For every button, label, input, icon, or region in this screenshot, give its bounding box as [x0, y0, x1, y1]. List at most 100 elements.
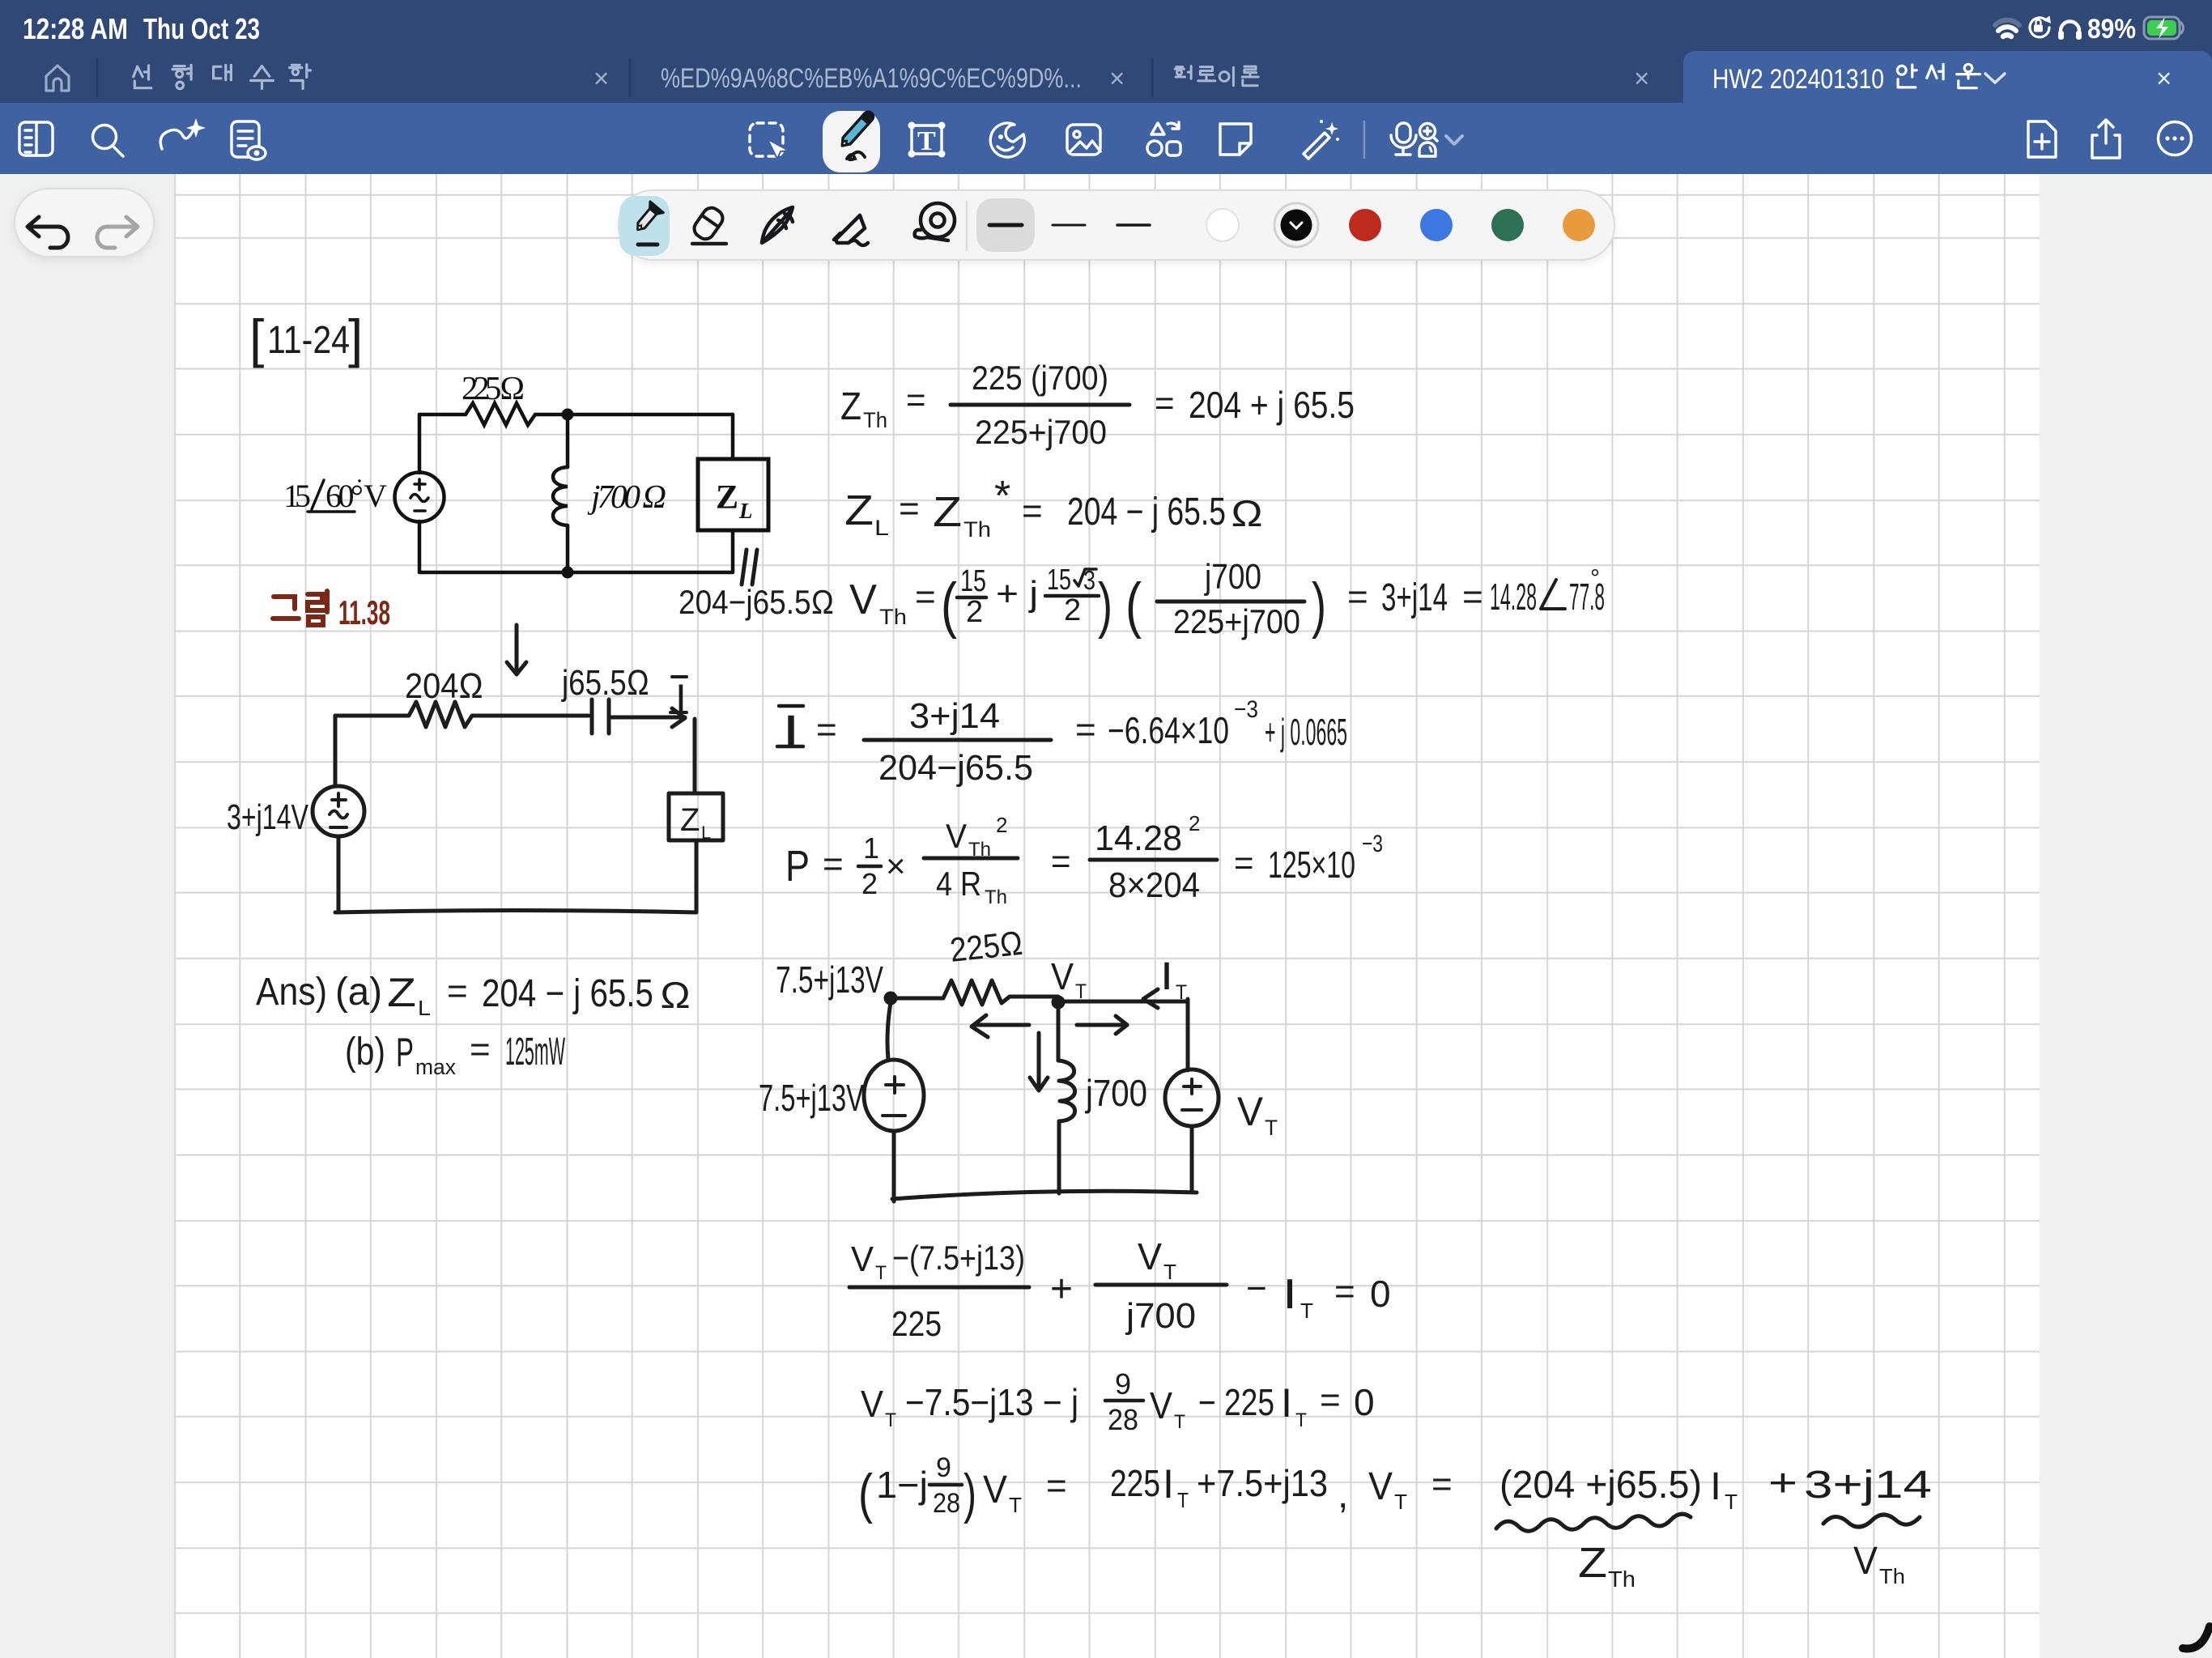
svg-text:]: ]: [348, 308, 363, 368]
svg-text:T: T: [1265, 1116, 1278, 1140]
svg-text:−7.5−j13 − j: −7.5−j13 − j: [905, 1381, 1078, 1423]
svg-text:T: T: [1300, 1299, 1313, 1323]
svg-text:+: +: [1768, 1462, 1797, 1505]
svg-text:=: =: [915, 577, 936, 617]
svg-text:L: L: [418, 996, 431, 1020]
svg-text:V: V: [1368, 1465, 1393, 1508]
svg-text:1−j: 1−j: [876, 1464, 928, 1506]
svg-text:15: 15: [1047, 563, 1071, 596]
svg-text:11.38: 11.38: [338, 593, 390, 631]
svg-text:V: V: [1150, 1384, 1172, 1426]
svg-text:V: V: [1051, 955, 1074, 997]
svg-text:I: I: [675, 676, 687, 721]
svg-text:−(7.5+j13): −(7.5+j13): [892, 1239, 1025, 1277]
svg-text:V: V: [861, 1383, 883, 1425]
svg-text:T: T: [1725, 1490, 1738, 1514]
svg-text:T: T: [1176, 981, 1187, 1004]
svg-text:T: T: [917, 126, 936, 156]
svg-text:T: T: [1295, 1409, 1307, 1431]
svg-text:=: =: [1046, 1466, 1067, 1506]
svg-text:9: 9: [936, 1452, 951, 1483]
svg-text:Th: Th: [1608, 1567, 1636, 1592]
svg-text:Z: Z: [387, 970, 416, 1015]
svg-text:=: =: [447, 971, 468, 1011]
svg-text:204−j65.5: 204−j65.5: [878, 748, 1033, 788]
svg-text:=: =: [1022, 491, 1043, 531]
svg-text:×: ×: [1109, 63, 1125, 93]
svg-text:HW2 202401310: HW2 202401310: [1712, 64, 1884, 95]
svg-text:*: *: [994, 473, 1010, 520]
svg-text:T: T: [1394, 1490, 1407, 1514]
svg-text:Ω: Ω: [1231, 492, 1263, 534]
svg-text:[: [: [249, 308, 264, 368]
svg-text:Ω: Ω: [660, 974, 691, 1016]
svg-text:j700 Ω: j700 Ω: [587, 478, 666, 515]
svg-text:89%: 89%: [2087, 14, 2136, 45]
svg-text:+ j: + j: [996, 574, 1038, 614]
svg-text:V: V: [1138, 1235, 1162, 1278]
svg-text:15: 15: [960, 564, 986, 598]
svg-text:×: ×: [1634, 63, 1649, 93]
svg-text:): ): [1098, 571, 1112, 640]
svg-text:T: T: [885, 1409, 896, 1431]
svg-text:%ED%9A%8C%EB%A1%9C%EC%9D%...: %ED%9A%8C%EB%A1%9C%EC%9D%...: [661, 63, 1082, 94]
svg-text:14.28: 14.28: [1490, 576, 1537, 618]
svg-text:max: max: [415, 1055, 456, 1079]
svg-text:3: 3: [1083, 565, 1095, 595]
svg-text:T: T: [1177, 1488, 1189, 1512]
svg-text:8×204: 8×204: [1108, 865, 1200, 905]
svg-text:+7.5+j13: +7.5+j13: [1197, 1462, 1328, 1504]
svg-text:=: =: [1334, 1272, 1355, 1312]
svg-text:(b): (b): [345, 1031, 385, 1073]
svg-text:V: V: [851, 1239, 874, 1279]
svg-text:−3: −3: [1362, 831, 1383, 857]
svg-text:225 (j700): 225 (j700): [972, 359, 1108, 397]
svg-text:−6.64×10: −6.64×10: [1108, 709, 1229, 751]
svg-text:12:28 AM: 12:28 AM: [23, 12, 128, 45]
svg-text:V: V: [1853, 1540, 1878, 1583]
svg-text:=: =: [1320, 1380, 1341, 1420]
svg-text:28: 28: [1108, 1403, 1138, 1436]
svg-text:Th: Th: [985, 886, 1007, 908]
svg-text:T: T: [1075, 980, 1087, 1003]
svg-text:3+j14: 3+j14: [1381, 576, 1448, 619]
svg-text:1: 1: [863, 831, 879, 865]
svg-text:Th: Th: [863, 408, 887, 432]
svg-text:): ): [1312, 571, 1326, 640]
svg-text:(: (: [1125, 571, 1142, 640]
svg-text:=: =: [1347, 577, 1368, 617]
svg-text:=: =: [816, 710, 837, 750]
svg-text:Th: Th: [879, 605, 907, 629]
svg-text:3+j14V: 3+j14V: [227, 797, 308, 837]
svg-text:j700: j700: [1203, 557, 1261, 597]
svg-text:125×10: 125×10: [1268, 844, 1355, 886]
svg-text:204 − j 65.5: 204 − j 65.5: [1067, 491, 1226, 534]
svg-text:L: L: [701, 823, 711, 843]
svg-text:=: =: [906, 380, 926, 419]
svg-text:=: =: [823, 844, 844, 884]
svg-text:j700: j700: [1125, 1296, 1196, 1336]
svg-text:204Ω: 204Ω: [405, 666, 483, 706]
svg-text:7.5+j13V: 7.5+j13V: [776, 959, 883, 1001]
svg-text:Th: Th: [963, 517, 991, 542]
svg-text:I: I: [1710, 1465, 1721, 1508]
svg-text:,: ,: [1338, 1473, 1348, 1516]
svg-text:2: 2: [966, 595, 983, 629]
svg-text:V: V: [946, 817, 967, 855]
svg-text:0: 0: [1370, 1273, 1391, 1315]
svg-text:I: I: [782, 705, 800, 756]
svg-text:Z: Z: [680, 802, 700, 838]
svg-text:I: I: [1160, 955, 1173, 998]
svg-text:2: 2: [861, 867, 878, 900]
svg-text:Z: Z: [1578, 1540, 1607, 1587]
svg-text:204 − j 65.5: 204 − j 65.5: [482, 972, 653, 1015]
svg-text:204 + j 65.5: 204 + j 65.5: [1189, 384, 1355, 426]
svg-text:P: P: [785, 842, 810, 891]
svg-text:− 225: − 225: [1198, 1381, 1274, 1423]
svg-text:2: 2: [1189, 811, 1200, 835]
svg-text:V: V: [849, 576, 877, 623]
svg-text:Z: Z: [933, 489, 962, 536]
svg-text:I: I: [1163, 1461, 1174, 1507]
svg-text:T: T: [875, 1262, 887, 1284]
svg-text:60° V: 60° V: [325, 478, 387, 514]
